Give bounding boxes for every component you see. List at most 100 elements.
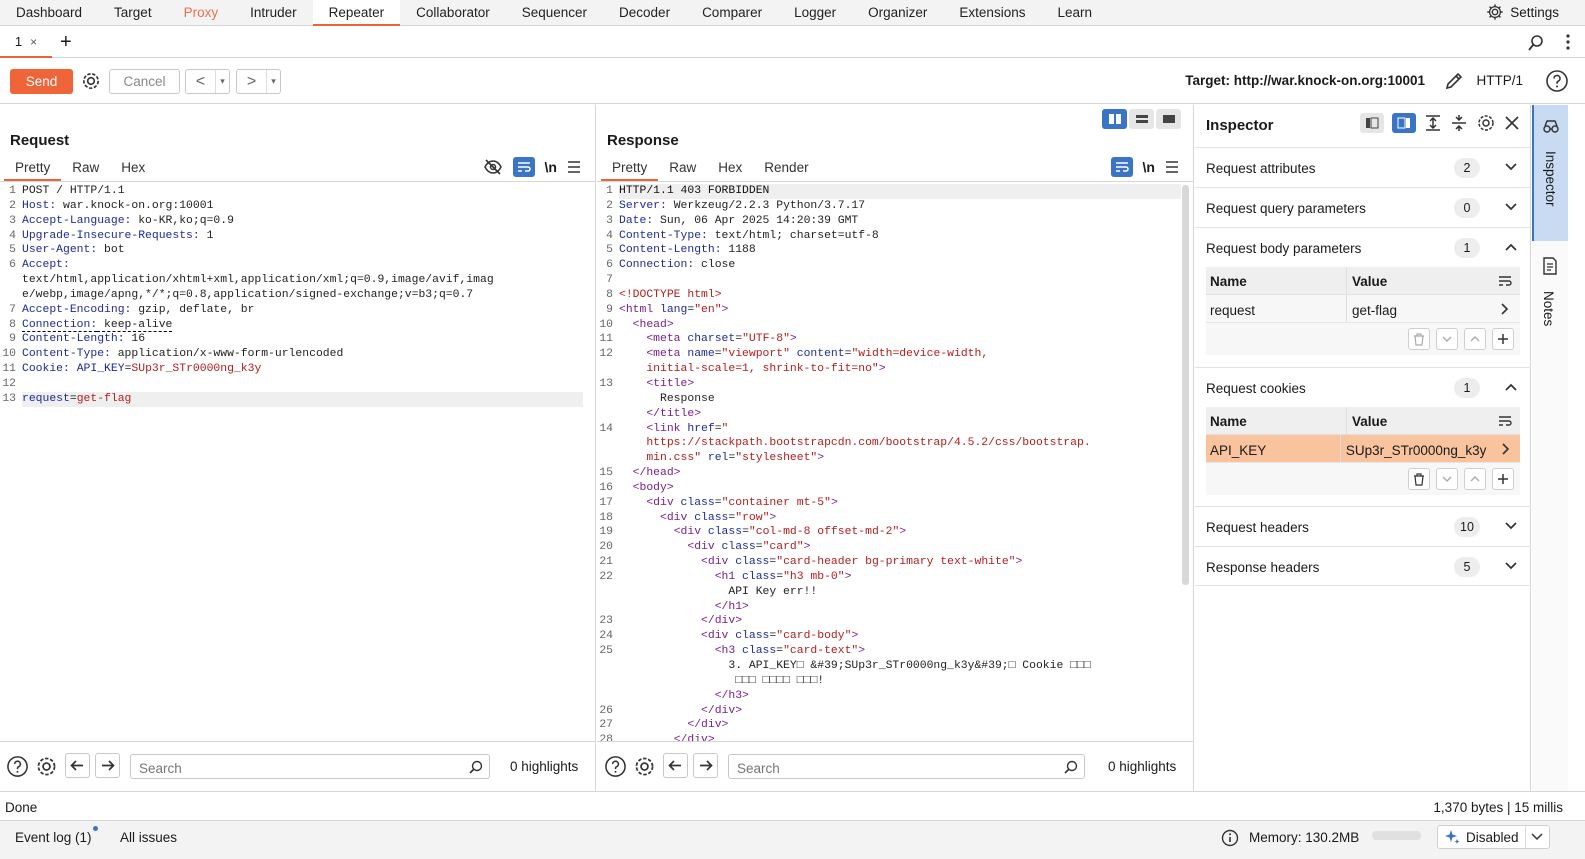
previous-match-icon[interactable] [663, 753, 688, 778]
layout-side-by-side-icon[interactable] [1102, 109, 1127, 129]
line-text: <html lang="en"> [619, 303, 729, 316]
gear-icon[interactable] [633, 755, 656, 778]
nav-tab-collaborator[interactable]: Collaborator [400, 0, 506, 26]
chevron-up-icon[interactable] [1504, 240, 1518, 254]
cancel-button[interactable]: Cancel [109, 69, 180, 94]
forward-button[interactable]: > ▾ [236, 69, 281, 94]
send-button[interactable]: Send [10, 69, 73, 94]
tab-hex[interactable]: Hex [707, 157, 753, 181]
tab-pretty[interactable]: Pretty [4, 157, 62, 181]
next-match-icon[interactable] [693, 753, 718, 778]
section-request-headers[interactable]: Request headers 10 [1195, 506, 1531, 546]
settings-button[interactable]: Settings [1486, 3, 1559, 21]
section-request-attributes[interactable]: Request attributes 2 [1195, 147, 1531, 187]
event-log-link[interactable]: Event log (1) [15, 830, 92, 845]
gear-icon[interactable] [80, 70, 102, 92]
wrap-lines-icon[interactable] [512, 157, 535, 177]
ai-status-dropdown[interactable]: Disabled [1437, 825, 1550, 849]
line-number: 5 [606, 244, 613, 257]
tab-raw[interactable]: Raw [658, 157, 707, 181]
tab-render[interactable]: Render [753, 157, 819, 181]
layout-left-icon[interactable] [1360, 113, 1384, 133]
move-down-icon[interactable] [1436, 328, 1458, 350]
eye-off-icon[interactable] [483, 158, 503, 176]
request-editor[interactable]: 1 POST / HTTP/1.1 2 Host: war.knock-on.org:… [0, 184, 583, 741]
code-line: </h3> [597, 689, 1181, 704]
more-vertical-icon[interactable] [1565, 33, 1571, 51]
chevron-right-icon[interactable] [1491, 435, 1520, 462]
chevron-down-icon[interactable] [1504, 200, 1518, 214]
request-search-input[interactable]: Search [130, 754, 490, 779]
nav-tab-dashboard[interactable]: Dashboard [0, 0, 98, 26]
move-up-icon[interactable] [1464, 328, 1486, 350]
http-version-label[interactable]: HTTP/1 [1476, 73, 1523, 88]
trash-icon[interactable] [1408, 468, 1430, 490]
search-icon[interactable] [1527, 34, 1545, 52]
move-up-icon[interactable] [1464, 468, 1486, 490]
nav-tab-comparer[interactable]: Comparer [686, 0, 778, 26]
chevron-up-icon[interactable] [1504, 380, 1518, 394]
response-editor[interactable]: 1 HTTP/1.1 403 FORBIDDEN 2 Server: Werkzeug… [597, 184, 1181, 741]
wrap-lines-icon[interactable] [1110, 157, 1133, 177]
newline-toggle[interactable]: \n [545, 159, 557, 175]
nav-tab-sequencer[interactable]: Sequencer [506, 0, 603, 26]
collapse-all-icon[interactable] [1450, 114, 1468, 132]
layout-right-icon[interactable] [1392, 113, 1416, 133]
next-match-icon[interactable] [95, 753, 120, 778]
chevron-down-icon[interactable] [1524, 826, 1549, 848]
move-down-icon[interactable] [1436, 468, 1458, 490]
rail-inspector-tab[interactable]: Inspector [1532, 105, 1568, 241]
all-issues-link[interactable]: All issues [120, 830, 177, 845]
tab-pretty[interactable]: Pretty [601, 157, 659, 181]
table-row[interactable]: request get-flag [1206, 295, 1520, 323]
close-icon[interactable] [1504, 115, 1520, 131]
help-icon[interactable] [604, 755, 627, 778]
section-request-cookies[interactable]: Request cookies 1 [1195, 367, 1531, 407]
menu-icon[interactable] [567, 161, 581, 173]
nav-tab-proxy[interactable]: Proxy [168, 0, 235, 26]
layout-stacked-icon[interactable] [1129, 109, 1154, 129]
tab-raw[interactable]: Raw [61, 157, 110, 181]
close-icon[interactable]: × [30, 35, 37, 49]
wrap-icon[interactable] [1490, 407, 1520, 434]
wrap-icon[interactable] [1490, 267, 1520, 294]
repeater-tab-1[interactable]: 1 × [0, 27, 52, 58]
newline-toggle[interactable]: \n [1143, 159, 1155, 175]
help-icon[interactable] [6, 755, 29, 778]
table-row[interactable]: API_KEY SUp3r_STr0000ng_k3y [1206, 435, 1520, 463]
rail-notes-tab[interactable]: Notes [1532, 241, 1568, 341]
add-tab-button[interactable]: + [60, 31, 72, 53]
nav-tab-logger[interactable]: Logger [778, 0, 852, 26]
chevron-down-icon[interactable] [1504, 160, 1518, 174]
gear-icon[interactable] [1476, 113, 1496, 133]
trash-icon[interactable] [1408, 328, 1430, 350]
nav-tab-learn[interactable]: Learn [1041, 0, 1108, 26]
nav-tab-intruder[interactable]: Intruder [234, 0, 313, 26]
previous-match-icon[interactable] [65, 753, 90, 778]
gear-icon[interactable] [35, 755, 58, 778]
expand-all-icon[interactable] [1424, 114, 1442, 132]
chevron-down-icon[interactable] [1504, 519, 1518, 533]
info-icon[interactable] [1221, 829, 1239, 847]
chevron-down-icon[interactable] [1504, 559, 1518, 573]
nav-tab-organizer[interactable]: Organizer [852, 0, 943, 26]
help-icon[interactable] [1545, 69, 1569, 93]
search-icon [469, 760, 483, 774]
nav-tab-repeater[interactable]: Repeater [312, 0, 401, 26]
add-icon[interactable] [1492, 328, 1514, 350]
back-button[interactable]: < ▾ [185, 69, 230, 94]
add-icon[interactable] [1492, 468, 1514, 490]
menu-icon[interactable] [1165, 161, 1179, 173]
chevron-right-icon[interactable] [1490, 295, 1520, 322]
tab-hex[interactable]: Hex [110, 157, 156, 181]
section-request-body-parameters[interactable]: Request body parameters 1 [1195, 227, 1531, 267]
pencil-icon[interactable] [1443, 70, 1465, 92]
response-search-input[interactable]: Search [728, 754, 1085, 779]
section-request-query-parameters[interactable]: Request query parameters 0 [1195, 187, 1531, 227]
nav-tab-target[interactable]: Target [98, 0, 168, 26]
layout-tabs-icon[interactable] [1156, 109, 1181, 129]
nav-tab-decoder[interactable]: Decoder [603, 0, 686, 26]
nav-tab-extensions[interactable]: Extensions [943, 0, 1041, 26]
response-scrollbar[interactable] [1182, 185, 1189, 585]
section-response-headers[interactable]: Response headers 5 [1195, 546, 1531, 586]
